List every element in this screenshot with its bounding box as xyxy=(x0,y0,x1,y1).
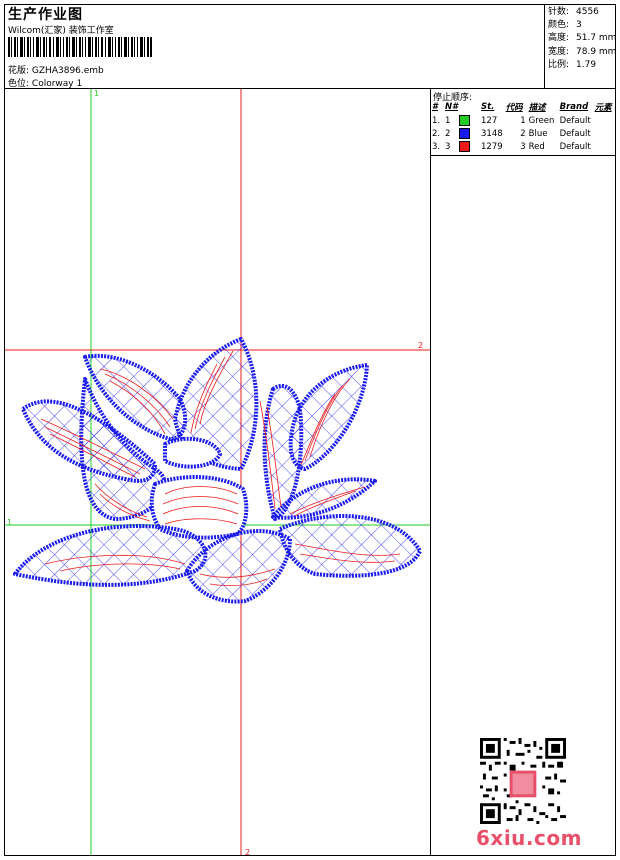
stop-table-divider xyxy=(430,155,616,156)
design-stats: 针数: 4556 颜色: 3 高度: 51.7 mm 宽度: 78.9 mm 比例: 1.… xyxy=(548,6,616,72)
colorway-line: 色位: Colorway 1 xyxy=(8,76,82,89)
col-brand: Brand xyxy=(559,102,589,112)
qr-code xyxy=(480,738,566,824)
table-row: 1. 1 127 1 Green Default xyxy=(432,115,591,126)
page-title: 生产作业图 xyxy=(8,7,83,23)
barcode xyxy=(8,37,152,57)
stat-scale: 比例: 1.79 xyxy=(548,59,597,70)
col-code: 代码 xyxy=(505,103,523,113)
stat-colors: 颜色: 3 xyxy=(548,20,582,31)
design-label: 花版: xyxy=(8,66,30,76)
col-number: N# xyxy=(445,102,459,112)
guide-label-bottom-2: 2 xyxy=(245,848,250,855)
color-swatch xyxy=(458,115,470,126)
stat-stitches: 针数: 4556 xyxy=(548,7,599,17)
table-header-row: # N# St. 代码 描述 Brand 元素 xyxy=(432,101,615,114)
watermark-logo: 6xiu.com xyxy=(476,826,582,850)
design-value: GZHA3896.emb xyxy=(31,66,104,76)
design-canvas: 1 1 2 2 xyxy=(5,89,430,855)
col-description: 描述 xyxy=(528,103,546,113)
guide-label-left-1: 1 xyxy=(7,518,12,527)
studio-name: Wilcom(汇家) 装饰工作室 xyxy=(8,26,114,36)
guide-label-right-2: 2 xyxy=(418,341,423,350)
colorway-label: 色位: xyxy=(8,79,30,89)
table-row: 3. 3 1279 3 Red Default xyxy=(432,141,591,152)
col-stitches: St. xyxy=(481,102,495,112)
col-element: 元素 xyxy=(594,103,612,113)
colorway-value: Colorway 1 xyxy=(31,79,83,89)
stat-height: 高度: 51.7 mm xyxy=(548,33,617,44)
stop-sequence-table: # N# St. 代码 描述 Brand 元素 1. 1 127 1 Green… xyxy=(432,101,615,153)
table-row: 2. 2 3148 2 Blue Default xyxy=(432,128,591,139)
header-stats-divider xyxy=(544,4,545,88)
col-index: # xyxy=(432,102,438,112)
design-name-line: 花版: GZHA3896.emb xyxy=(8,63,104,76)
guide-label-top-1: 1 xyxy=(94,89,99,98)
color-swatch xyxy=(458,128,470,139)
color-swatch xyxy=(458,141,470,152)
sidebar-divider xyxy=(430,88,431,856)
stat-width: 宽度: 78.9 mm xyxy=(548,46,617,57)
